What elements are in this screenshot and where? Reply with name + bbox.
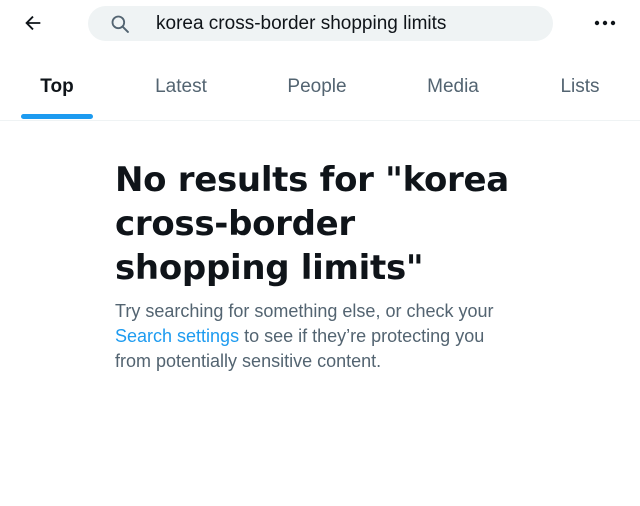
back-button[interactable] xyxy=(18,8,48,38)
tab-people[interactable]: People xyxy=(248,60,386,118)
tab-top[interactable]: Top xyxy=(0,60,114,118)
tab-label: Latest xyxy=(155,76,207,97)
tab-label: Media xyxy=(427,76,479,97)
search-tabs: Top Latest People Media Lists xyxy=(0,60,640,121)
search-settings-link[interactable]: Search settings xyxy=(115,326,239,346)
tab-media[interactable]: Media xyxy=(386,60,520,118)
no-results-title: No results for "korea cross-border shopp… xyxy=(115,160,509,288)
top-bar: korea cross-border shopping limits xyxy=(0,0,640,46)
arrow-left-icon xyxy=(25,15,41,31)
active-tab-indicator xyxy=(21,114,93,119)
tab-latest[interactable]: Latest xyxy=(114,60,248,118)
no-results-description: Try searching for something else, or che… xyxy=(115,299,525,374)
search-input[interactable]: korea cross-border shopping limits xyxy=(88,6,553,41)
tab-label: Top xyxy=(40,76,74,97)
tab-label: People xyxy=(287,76,347,97)
search-icon xyxy=(111,15,129,33)
more-button[interactable] xyxy=(590,10,620,36)
more-horizontal-icon xyxy=(594,20,616,26)
description-text: Try searching for something else, or che… xyxy=(115,301,494,321)
search-query[interactable]: korea cross-border shopping limits xyxy=(156,6,446,41)
tab-label: Lists xyxy=(560,76,600,97)
tab-lists[interactable]: Lists xyxy=(520,60,640,118)
